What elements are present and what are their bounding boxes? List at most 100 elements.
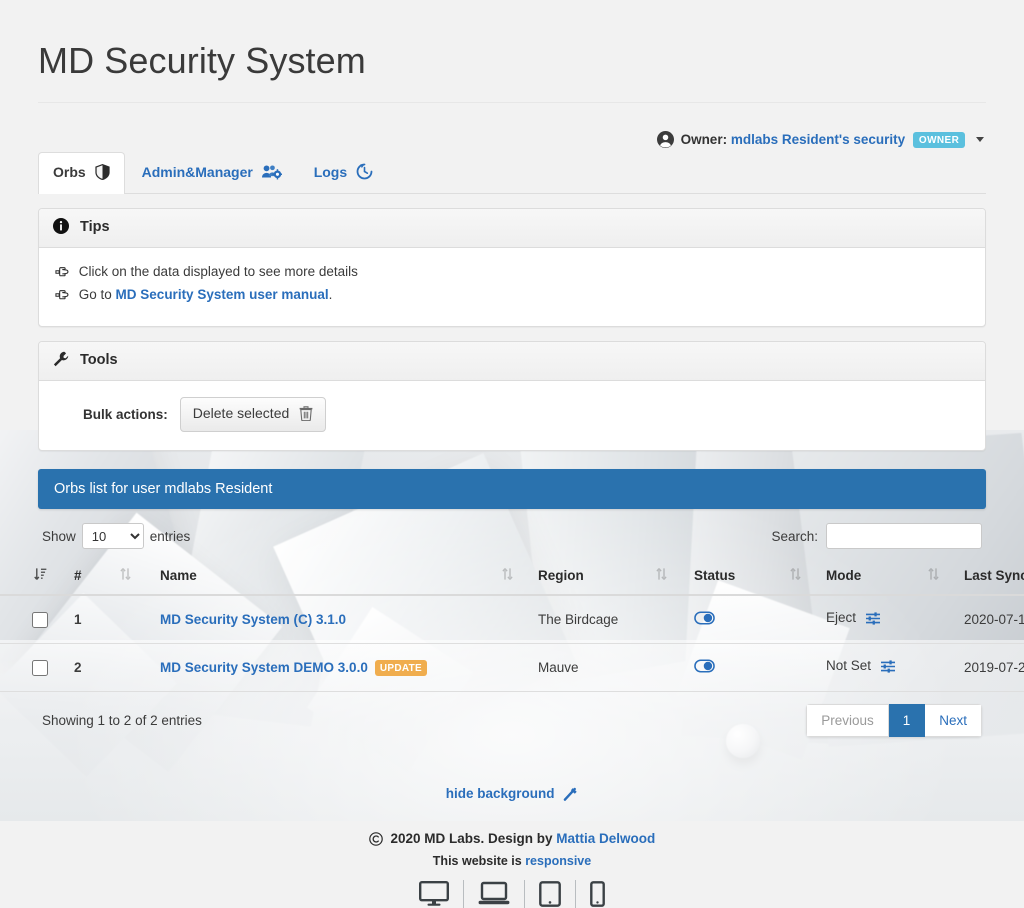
header-name[interactable]: Name	[154, 559, 496, 596]
tab-orbs-label: Orbs	[53, 164, 86, 180]
row-region: Mauve	[532, 643, 650, 692]
copyright-icon	[368, 832, 387, 849]
tools-heading-label: Tools	[80, 352, 118, 368]
page-title: MD Security System	[38, 40, 366, 81]
sliders-icon[interactable]	[880, 660, 896, 677]
tab-admin-manager-label: Admin&Manager	[141, 164, 253, 180]
responsive-line: This website is responsive	[28, 854, 996, 868]
responsive-link[interactable]: responsive	[525, 854, 591, 868]
tab-logs[interactable]: Logs	[299, 152, 388, 194]
main-tabs: Orbs Admin&Manager Logs	[38, 152, 986, 194]
tab-orbs[interactable]: Orbs	[38, 152, 125, 194]
pagination-next[interactable]: Next	[925, 704, 982, 737]
pagination-previous[interactable]: Previous	[806, 704, 889, 737]
row-spacer	[496, 595, 532, 644]
row-checkbox[interactable]	[32, 659, 48, 676]
laptop-icon	[464, 881, 524, 907]
toggle-on-icon[interactable]	[694, 611, 715, 628]
sort-icon[interactable]	[928, 568, 939, 584]
tools-panel-heading: Tools	[39, 342, 985, 381]
device-icons	[28, 880, 996, 908]
users-cog-icon	[261, 165, 283, 183]
bulk-actions-row: Bulk actions: Delete selected	[55, 395, 969, 432]
row-index: 2	[68, 643, 114, 692]
row-mode-cell[interactable]: Not Set	[820, 643, 922, 692]
tips-panel: Tips Click on the data displayed to see …	[38, 208, 986, 327]
sliders-icon[interactable]	[865, 612, 881, 629]
page-length-control: Show 10 25 50 100 entries	[42, 523, 190, 549]
header-select-all[interactable]	[0, 559, 68, 596]
tip-line-2: Go to MD Security System user manual.	[55, 285, 969, 308]
hide-background-link[interactable]: hide background	[446, 786, 579, 801]
shield-icon	[94, 164, 110, 183]
row-spacer	[650, 643, 688, 692]
delete-selected-button[interactable]: Delete selected	[179, 397, 327, 432]
row-mode-cell[interactable]: Eject	[820, 595, 922, 644]
row-spacer	[922, 643, 958, 692]
header-mode[interactable]: Mode	[820, 559, 922, 596]
header-sort-sync[interactable]	[922, 559, 958, 596]
orbs-table: # Name Region Status Mode Last Syn 1 MD …	[0, 559, 1024, 692]
hand-point-right-icon	[55, 267, 74, 282]
row-spacer	[114, 595, 154, 644]
orb-name-link[interactable]: MD Security System DEMO 3.0.0	[160, 660, 368, 675]
show-label: Show	[42, 528, 76, 544]
row-index: 1	[68, 595, 114, 644]
sort-icon[interactable]	[502, 568, 513, 584]
update-badge: UPDATE	[374, 659, 427, 676]
sort-icon[interactable]	[656, 568, 667, 584]
row-spacer	[650, 595, 688, 644]
page-footer: 2020 MD Labs. Design by Mattia Delwood T…	[28, 831, 996, 908]
sort-icon[interactable]	[120, 568, 131, 584]
tablet-icon	[525, 881, 575, 907]
datatable-controls: Show 10 25 50 100 entries Search:	[38, 509, 986, 559]
pagination-page-1[interactable]: 1	[888, 704, 926, 737]
owner-name[interactable]: mdlabs Resident's security	[731, 132, 905, 147]
tips-heading-label: Tips	[80, 219, 110, 235]
owner-badge: OWNER	[912, 132, 966, 148]
tip-line-1: Click on the data displayed to see more …	[55, 262, 969, 285]
header-region[interactable]: Region	[532, 559, 650, 596]
row-status-cell[interactable]	[688, 643, 784, 692]
page-length-select[interactable]: 10 25 50 100	[81, 523, 144, 549]
header-status[interactable]: Status	[688, 559, 784, 596]
row-name-cell: MD Security System (C) 3.1.0	[154, 595, 496, 644]
tools-panel-body: Bulk actions: Delete selected	[39, 381, 985, 450]
row-status-cell[interactable]	[688, 595, 784, 644]
header-sort-name[interactable]	[114, 559, 154, 596]
row-mode-label: Not Set	[826, 658, 872, 673]
mobile-icon	[576, 881, 619, 907]
datatable-info: Showing 1 to 2 of 2 entries	[42, 713, 202, 728]
row-region: The Birdcage	[532, 595, 650, 644]
sort-amount-down-icon[interactable]	[33, 568, 47, 584]
toggle-on-icon[interactable]	[694, 659, 715, 676]
row-last-sync: 2019-07-23 11:24:05	[958, 643, 1024, 692]
row-checkbox[interactable]	[32, 611, 48, 628]
sort-icon[interactable]	[790, 568, 801, 584]
desktop-icon	[405, 881, 463, 907]
table-row[interactable]: 1 MD Security System (C) 3.1.0 The Birdc…	[0, 595, 1024, 644]
copyright-text: 2020 MD Labs. Design by	[390, 831, 557, 846]
header-sort-status[interactable]	[650, 559, 688, 596]
trash-icon	[299, 406, 313, 424]
search-input[interactable]	[826, 523, 982, 549]
tab-logs-label: Logs	[313, 164, 348, 180]
caret-down-icon[interactable]	[976, 137, 984, 142]
row-checkbox-cell[interactable]	[0, 643, 68, 692]
tab-admin-manager[interactable]: Admin&Manager	[127, 152, 297, 194]
tip-line-2-prefix: Go to	[78, 287, 116, 302]
orb-name-link[interactable]: MD Security System (C) 3.1.0	[160, 612, 346, 627]
header-sort-mode[interactable]	[784, 559, 820, 596]
table-row[interactable]: 2 MD Security System DEMO 3.0.0 UPDATE Ma…	[0, 643, 1024, 692]
row-checkbox-cell[interactable]	[0, 595, 68, 644]
tip-line-2-suffix: .	[328, 287, 333, 302]
page-header: MD Security System	[28, 0, 996, 117]
header-sort-region[interactable]	[496, 559, 532, 596]
row-spacer	[922, 595, 958, 644]
header-last-sync[interactable]: Last Sync (UTC)	[958, 559, 1024, 596]
header-num[interactable]: #	[68, 559, 114, 596]
search-control: Search:	[771, 523, 982, 549]
designer-link[interactable]: Mattia Delwood	[556, 831, 655, 846]
user-manual-link[interactable]: MD Security System user manual	[116, 287, 329, 302]
row-mode-label: Eject	[826, 610, 857, 625]
